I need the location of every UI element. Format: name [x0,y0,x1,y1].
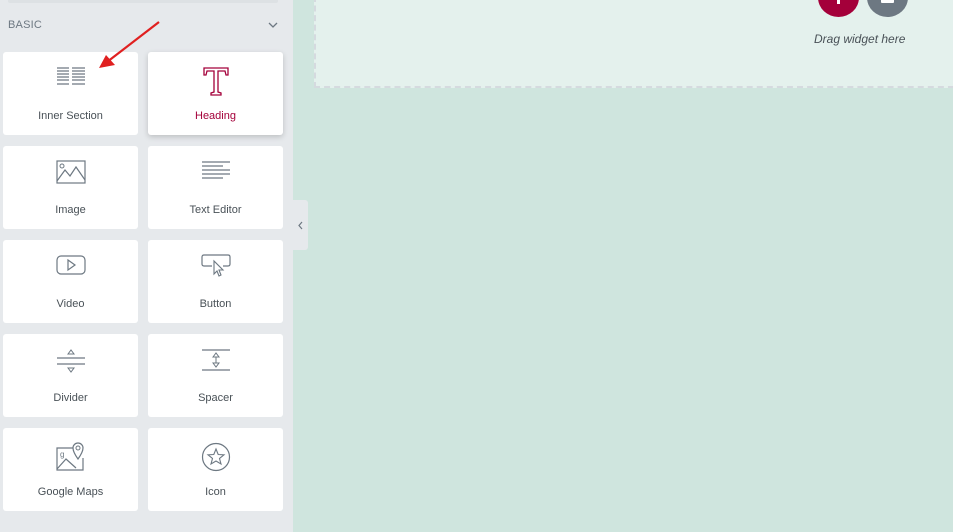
heading-icon [202,67,229,96]
widget-grid: Inner Section Heading Image Text Editor … [3,52,283,511]
widget-label: Divider [53,392,88,404]
widget-button[interactable]: Button [148,240,283,323]
drop-hint: Drag widget here [814,32,906,46]
widget-panel: BASIC Inner Section Heading Image Text E… [0,0,293,532]
svg-text:g: g [60,450,64,459]
search-bar-edge [8,0,278,3]
image-icon [55,160,86,184]
widget-label: Spacer [198,392,233,404]
text-editor-icon [201,161,230,179]
widget-image[interactable]: Image [3,146,138,229]
widget-label: Video [56,298,85,310]
chevron-left-icon [298,221,303,230]
chevron-down-icon[interactable] [266,18,280,32]
inner-section-icon [56,67,85,85]
spacer-icon [201,349,230,371]
widget-text-editor[interactable]: Text Editor [148,146,283,229]
widget-label: Heading [195,110,236,122]
widget-label: Icon [205,486,226,498]
widget-google-maps[interactable]: g Google Maps [3,428,138,511]
divider-icon [56,349,85,373]
widget-divider[interactable]: Divider [3,334,138,417]
widget-label: Google Maps [37,486,104,498]
widget-heading[interactable]: Heading [148,52,283,135]
google-maps-icon: g [55,442,84,471]
widget-video[interactable]: Video [3,240,138,323]
star-icon [201,442,230,472]
widget-label: Inner Section [38,110,103,122]
category-title: BASIC [8,19,43,31]
video-icon [55,255,86,275]
widget-label: Image [55,204,86,216]
annotation-arrow-icon [99,21,160,68]
widget-label: Text Editor [189,204,242,216]
widget-label: Button [199,298,232,310]
widget-icon[interactable]: Icon [148,428,283,511]
button-icon [200,254,231,277]
panel-collapse-toggle[interactable] [293,200,308,250]
widget-spacer[interactable]: Spacer [148,334,283,417]
